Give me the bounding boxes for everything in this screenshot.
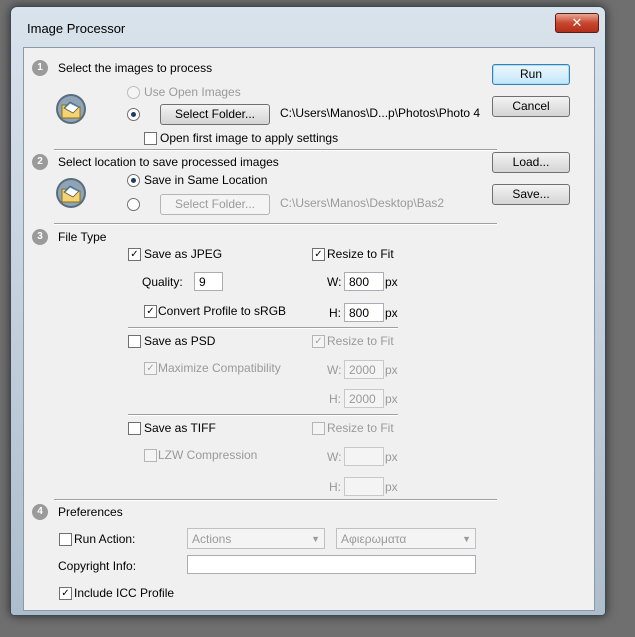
chevron-down-icon: ▼ <box>311 534 320 544</box>
section-4-heading: Preferences <box>58 505 123 519</box>
select-folder-source-radio[interactable] <box>127 108 140 121</box>
convert-srgb-label: Convert Profile to sRGB <box>158 304 287 318</box>
tiff-width-unit: px <box>385 450 398 464</box>
file-type-divider <box>128 327 398 329</box>
include-icc-profile-checkbox[interactable]: ✓ <box>59 587 72 600</box>
load-button[interactable]: Load... <box>492 152 570 173</box>
action-dropdown[interactable]: Αφιερωματα ▼ <box>336 528 476 549</box>
tiff-height-unit: px <box>385 480 398 494</box>
destination-folder-path: C:\Users\Manos\Desktop\Bas2 <box>280 196 445 210</box>
include-icc-profile-label: Include ICC Profile <box>74 586 175 600</box>
lzw-compression-label: LZW Compression <box>158 448 258 462</box>
jpeg-quality-input[interactable]: 9 <box>194 272 223 291</box>
run-action-checkbox[interactable] <box>59 533 72 546</box>
psd-height-input[interactable]: 2000 <box>344 389 384 408</box>
jpeg-width-input[interactable]: 800 <box>344 272 384 291</box>
maximize-compatibility-label: Maximize Compatibility <box>158 361 281 375</box>
psd-resize-to-fit-checkbox[interactable]: ✓ <box>312 335 325 348</box>
save-as-psd-checkbox[interactable] <box>128 335 141 348</box>
jpeg-resize-to-fit-label: Resize to Fit <box>327 247 394 261</box>
chevron-down-icon: ▼ <box>462 534 471 544</box>
tiff-width-label: W: <box>327 450 342 464</box>
use-open-images-label: Use Open Images <box>144 85 241 99</box>
action-set-value: Actions <box>192 532 232 546</box>
save-as-psd-label: Save as PSD <box>144 334 216 348</box>
save-same-location-label: Save in Same Location <box>144 173 268 187</box>
section-2-heading: Select location to save processed images <box>58 155 279 169</box>
save-location-folder-icon <box>56 178 86 208</box>
tiff-height-input[interactable] <box>344 477 384 496</box>
tiff-height-label: H: <box>329 480 341 494</box>
action-set-dropdown[interactable]: Actions ▼ <box>187 528 325 549</box>
section-divider <box>54 223 497 225</box>
psd-width-input[interactable]: 2000 <box>344 360 384 379</box>
save-button[interactable]: Save... <box>492 184 570 205</box>
window-title: Image Processor <box>27 21 126 36</box>
title-bar[interactable]: Image Processor ✕ <box>11 7 605 36</box>
psd-resize-to-fit-label: Resize to Fit <box>327 334 394 348</box>
run-action-label: Run Action: <box>74 532 136 546</box>
save-as-tiff-checkbox[interactable] <box>128 422 141 435</box>
run-button[interactable]: Run <box>492 64 570 85</box>
open-first-image-label: Open first image to apply settings <box>160 131 339 145</box>
action-value: Αφιερωματα <box>341 532 407 546</box>
psd-width-label: W: <box>327 363 342 377</box>
psd-height-label: H: <box>329 392 341 406</box>
tiff-resize-to-fit-checkbox[interactable] <box>312 422 325 435</box>
maximize-compatibility-checkbox[interactable]: ✓ <box>144 362 157 375</box>
step-4-badge: 4 <box>32 504 48 520</box>
step-3-badge: 3 <box>32 229 48 245</box>
tiff-resize-to-fit-label: Resize to Fit <box>327 421 394 435</box>
select-source-folder-button[interactable]: Select Folder... <box>160 104 270 125</box>
step-1-badge: 1 <box>32 60 48 76</box>
section-divider <box>54 149 497 151</box>
file-type-divider <box>128 414 398 416</box>
copyright-info-input[interactable] <box>187 555 476 574</box>
save-same-location-radio[interactable] <box>127 174 140 187</box>
close-button[interactable]: ✕ <box>555 13 599 33</box>
section-3-heading: File Type <box>58 230 107 244</box>
save-as-tiff-label: Save as TIFF <box>144 421 216 435</box>
jpeg-width-unit: px <box>385 275 398 289</box>
images-folder-icon <box>56 94 86 124</box>
section-1-heading: Select the images to process <box>58 61 213 75</box>
lzw-compression-checkbox[interactable] <box>144 449 157 462</box>
tiff-width-input[interactable] <box>344 447 384 466</box>
step-2-badge: 2 <box>32 154 48 170</box>
save-as-jpeg-checkbox[interactable]: ✓ <box>128 248 141 261</box>
cancel-button[interactable]: Cancel <box>492 96 570 117</box>
copyright-info-label: Copyright Info: <box>58 559 137 573</box>
section-divider <box>54 499 497 501</box>
jpeg-height-unit: px <box>385 306 398 320</box>
jpeg-resize-to-fit-checkbox[interactable]: ✓ <box>312 248 325 261</box>
image-processor-window: Image Processor ✕ 1 Select the images to… <box>10 6 606 616</box>
save-as-jpeg-label: Save as JPEG <box>144 247 223 261</box>
dialog-client-area: 1 Select the images to process Use Open … <box>23 47 595 611</box>
jpeg-height-input[interactable]: 800 <box>344 303 384 322</box>
use-open-images-radio[interactable] <box>127 86 140 99</box>
jpeg-quality-label: Quality: <box>142 275 183 289</box>
source-folder-path: C:\Users\Manos\D...p\Photos\Photo 4 <box>280 106 481 120</box>
select-destination-folder-button[interactable]: Select Folder... <box>160 194 270 215</box>
jpeg-width-label: W: <box>327 275 342 289</box>
psd-height-unit: px <box>385 392 398 406</box>
convert-srgb-checkbox[interactable]: ✓ <box>144 305 157 318</box>
select-folder-destination-radio[interactable] <box>127 198 140 211</box>
jpeg-height-label: H: <box>329 306 341 320</box>
psd-width-unit: px <box>385 363 398 377</box>
open-first-image-checkbox[interactable] <box>144 132 157 145</box>
